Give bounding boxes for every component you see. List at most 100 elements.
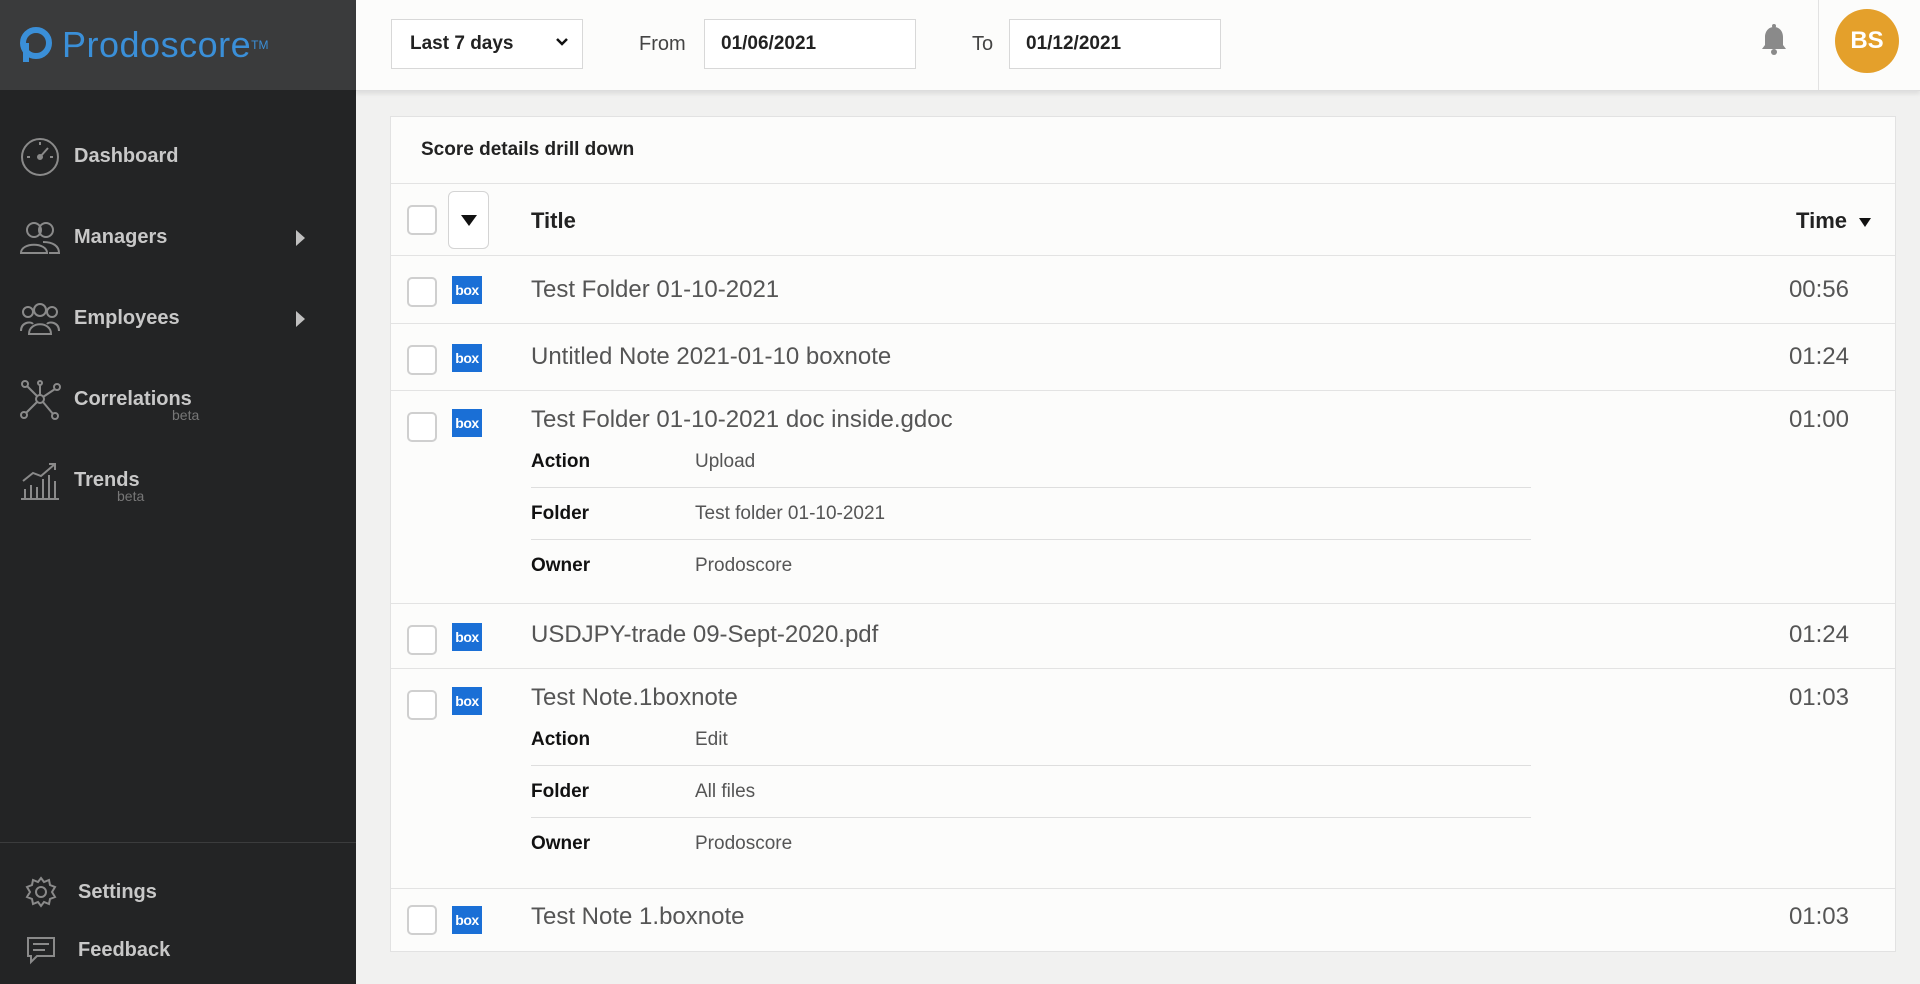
- sidebar-item-label: Dashboard: [74, 145, 179, 167]
- from-label: From: [639, 33, 686, 55]
- row-title: Test Note.1boxnote: [531, 684, 738, 711]
- employees-icon: [18, 297, 62, 341]
- row-time: 01:03: [1788, 684, 1849, 711]
- table-row[interactable]: box Test Note 1.boxnote 01:03: [391, 889, 1895, 951]
- logo[interactable]: Prodoscore TM: [0, 0, 356, 90]
- date-range-select[interactable]: Last 7 days: [391, 19, 583, 69]
- from-date-input[interactable]: [704, 19, 916, 69]
- bulk-actions-dropdown[interactable]: [448, 191, 489, 249]
- box-logo-icon: box: [452, 276, 482, 304]
- score-details-card: Score details drill down Title Time box …: [390, 116, 1896, 952]
- row-time: 01:00: [1788, 406, 1849, 433]
- prodoscore-logo-icon: [18, 27, 54, 63]
- top-bar: Last 7 days From To BS: [356, 0, 1920, 91]
- table-row[interactable]: box USDJPY-trade 09-Sept-2020.pdf 01:24: [391, 604, 1895, 669]
- detail-value: Prodoscore: [695, 833, 793, 854]
- brand-name: Prodoscore: [62, 24, 252, 65]
- detail-owner: Owner Prodoscore: [531, 540, 1531, 592]
- box-logo-icon: box: [452, 623, 482, 651]
- expand-arrow-icon[interactable]: [296, 310, 305, 327]
- row-time: 00:56: [1788, 276, 1849, 303]
- caret-down-icon: [460, 214, 477, 226]
- row-checkbox[interactable]: [407, 690, 437, 720]
- row-title: Test Note 1.boxnote: [531, 903, 745, 930]
- brand-trademark: TM: [251, 38, 269, 52]
- network-icon: [18, 378, 62, 422]
- trends-chart-icon: [18, 459, 62, 503]
- sidebar-item-feedback[interactable]: Feedback: [0, 921, 356, 979]
- sort-desc-icon[interactable]: [1859, 218, 1871, 227]
- detail-value: Edit: [695, 728, 728, 750]
- table-header: Title Time: [391, 184, 1895, 256]
- sidebar-item-settings[interactable]: Settings: [0, 863, 356, 921]
- row-title: Test Folder 01-10-2021 doc inside.gdoc: [531, 406, 953, 433]
- avatar[interactable]: BS: [1835, 9, 1899, 73]
- sidebar-item-correlations[interactable]: Correlations beta: [0, 359, 356, 440]
- table-row[interactable]: box Untitled Note 2021-01-10 boxnote 01:…: [391, 324, 1895, 391]
- card-title: Score details drill down: [391, 117, 1895, 184]
- header-divider: [1818, 0, 1819, 90]
- detail-value: Upload: [695, 450, 756, 472]
- sidebar-nav: Dashboard Managers Employees Correlation…: [0, 90, 356, 521]
- detail-action: Action Upload: [531, 436, 1531, 488]
- managers-icon: [18, 216, 62, 260]
- table-row[interactable]: box Test Folder 01-10-2021 00:56: [391, 256, 1895, 324]
- row-time: 01:24: [1788, 343, 1849, 370]
- sidebar-item-managers[interactable]: Managers: [0, 197, 356, 278]
- column-header-title[interactable]: Title: [531, 208, 576, 234]
- sidebar-item-label: Employees: [74, 307, 180, 329]
- detail-key: Folder: [531, 502, 590, 524]
- sidebar: Prodoscore TM Dashboard Managers Employe…: [0, 0, 356, 984]
- detail-key: Owner: [531, 555, 591, 576]
- row-checkbox[interactable]: [407, 277, 437, 307]
- table-row-expanded[interactable]: box Test Note.1boxnote 01:03 Action Edit…: [391, 669, 1895, 889]
- detail-folder: Folder All files: [531, 766, 1531, 818]
- row-time: 01:24: [1788, 621, 1849, 648]
- beta-badge: beta: [172, 407, 200, 423]
- sidebar-item-label: Settings: [78, 880, 157, 903]
- column-header-time[interactable]: Time: [1796, 208, 1847, 234]
- detail-value: Prodoscore: [695, 555, 793, 576]
- row-checkbox[interactable]: [407, 412, 437, 442]
- chevron-down-icon: [554, 34, 570, 56]
- sidebar-item-employees[interactable]: Employees: [0, 278, 356, 359]
- to-label: To: [972, 33, 994, 55]
- sidebar-item-trends[interactable]: Trends beta: [0, 440, 356, 521]
- sidebar-item-label: Managers: [74, 226, 168, 248]
- sidebar-item-dashboard[interactable]: Dashboard: [0, 116, 356, 197]
- detail-value: Test folder 01-10-2021: [695, 502, 886, 524]
- detail-action: Action Edit: [531, 714, 1531, 766]
- row-checkbox[interactable]: [407, 345, 437, 375]
- sidebar-bottom: Settings Feedback: [0, 842, 356, 979]
- feedback-icon: [24, 933, 58, 967]
- detail-key: Action: [531, 450, 591, 472]
- speedometer-icon: [18, 135, 62, 179]
- detail-key: Owner: [531, 833, 591, 854]
- row-details: Action Edit Folder All files Owner Prodo…: [531, 714, 1531, 870]
- bell-icon[interactable]: [1760, 24, 1788, 61]
- row-details: Action Upload Folder Test folder 01-10-2…: [531, 436, 1531, 592]
- box-logo-icon: box: [452, 409, 482, 437]
- row-checkbox[interactable]: [407, 625, 437, 655]
- detail-key: Action: [531, 728, 591, 750]
- expand-arrow-icon[interactable]: [296, 229, 305, 246]
- table-row-expanded[interactable]: box Test Folder 01-10-2021 doc inside.gd…: [391, 391, 1895, 604]
- row-checkbox[interactable]: [407, 905, 437, 935]
- select-all-checkbox[interactable]: [407, 205, 437, 235]
- row-title: Untitled Note 2021-01-10 boxnote: [531, 343, 892, 370]
- sidebar-item-label: Feedback: [78, 938, 171, 961]
- row-title: Test Folder 01-10-2021: [531, 276, 780, 303]
- to-date-input[interactable]: [1009, 19, 1221, 69]
- box-logo-icon: box: [452, 906, 482, 934]
- beta-badge: beta: [117, 488, 145, 504]
- detail-value: All files: [695, 780, 756, 802]
- box-logo-icon: box: [452, 687, 482, 715]
- row-title: USDJPY-trade 09-Sept-2020.pdf: [531, 621, 879, 648]
- detail-folder: Folder Test folder 01-10-2021: [531, 488, 1531, 540]
- row-time: 01:03: [1788, 903, 1849, 930]
- gear-icon: [24, 875, 58, 909]
- box-logo-icon: box: [452, 344, 482, 372]
- date-range-value: Last 7 days: [410, 33, 514, 54]
- detail-key: Folder: [531, 780, 590, 802]
- detail-owner: Owner Prodoscore: [531, 818, 1531, 870]
